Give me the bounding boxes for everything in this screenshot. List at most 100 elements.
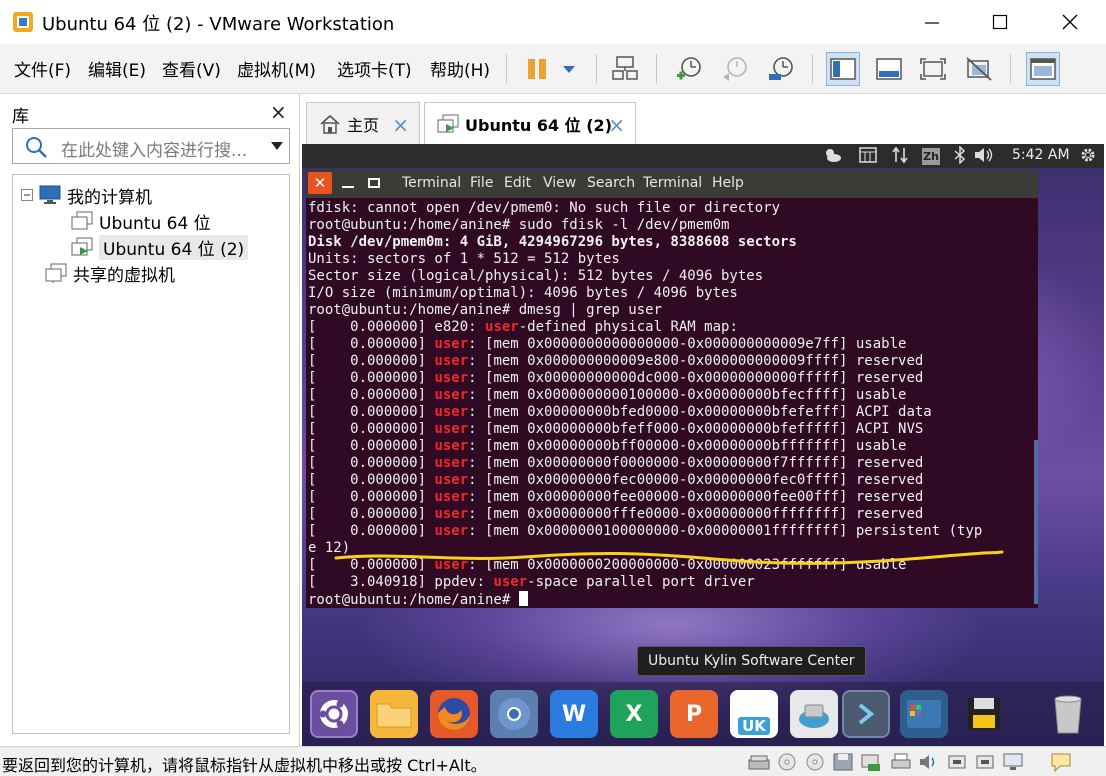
- tree-node-my-computer[interactable]: 我的计算机: [21, 183, 152, 208]
- show-library-button[interactable]: [826, 52, 860, 86]
- firefox-icon[interactable]: [430, 690, 478, 738]
- fullscreen-button[interactable]: [916, 52, 950, 86]
- panel-clock[interactable]: 5:42 AM: [1012, 147, 1070, 163]
- highlighted-match: user: [434, 438, 469, 454]
- network-adapter-icon[interactable]: [860, 752, 882, 772]
- terminal-line: [ 0.000000] user: [mem 0x00000000bfeff00…: [308, 421, 1038, 438]
- terminal-menu-help[interactable]: Help: [712, 175, 744, 191]
- menu-help[interactable]: 帮助(H): [430, 56, 490, 81]
- tab-home[interactable]: 主页 ×: [306, 102, 420, 144]
- terminal-maximize-icon[interactable]: [368, 178, 380, 188]
- terminal-line: [ 0.000000] user: [mem 0x00000000bfed000…: [308, 404, 1038, 421]
- network-icon[interactable]: [890, 146, 910, 166]
- console-view-button[interactable]: [1026, 52, 1060, 86]
- tree-node-shared-vms[interactable]: 共享的虚拟机: [45, 261, 175, 286]
- terminal-text: : [mem 0x0000000000000000-0x000000000009…: [468, 336, 907, 352]
- close-icon: [1062, 14, 1078, 30]
- volume-icon[interactable]: [974, 146, 994, 166]
- files-icon[interactable]: [370, 690, 418, 738]
- revert-snapshot-button[interactable]: [718, 52, 752, 86]
- terminal-menu-file[interactable]: File: [470, 175, 493, 191]
- menu-file[interactable]: 文件(F): [14, 56, 71, 81]
- send-ctrl-alt-del-button[interactable]: [608, 52, 642, 86]
- terminal-text: Units: sectors of 1 * 512 = 512 bytes: [308, 251, 620, 267]
- chevron-down-icon[interactable]: [271, 142, 283, 150]
- wps-spreadsheets-icon[interactable]: X: [610, 690, 658, 738]
- library-close-button[interactable]: ×: [270, 100, 287, 124]
- dropdown-icon: [563, 66, 575, 73]
- terminal-menu-view[interactable]: View: [543, 175, 576, 191]
- menu-edit[interactable]: 编辑(E): [88, 56, 146, 81]
- wps-writer-icon[interactable]: W: [550, 690, 598, 738]
- terminal-text: [ 0.000000] e820:: [308, 319, 486, 335]
- floppy-icon[interactable]: [960, 690, 1008, 738]
- tab-ubuntu-64-2[interactable]: Ubuntu 64 位 (2) ×: [424, 102, 636, 144]
- menu-tabs[interactable]: 选项卡(T): [337, 56, 412, 81]
- maximize-button[interactable]: [972, 0, 1028, 44]
- terminal-output[interactable]: fdisk: cannot open /dev/pmem0: No such f…: [306, 200, 1038, 608]
- tab-home-close-icon[interactable]: ×: [392, 113, 409, 137]
- terminal-line: [ 3.040918] ppdev: user-space parallel p…: [308, 574, 1038, 591]
- system-settings-icon[interactable]: [1078, 146, 1098, 166]
- workspace-switcher-icon[interactable]: [900, 690, 948, 738]
- take-snapshot-button[interactable]: [672, 52, 706, 86]
- wps-presentation-icon[interactable]: P: [670, 690, 718, 738]
- show-library-icon: [830, 58, 856, 80]
- bluetooth-icon[interactable]: [950, 145, 970, 166]
- terminal-text: : [mem 0x0000000000100000-0x00000000bfec…: [468, 387, 907, 403]
- cd-dvd-2-icon[interactable]: [804, 752, 826, 772]
- terminal-text: [ 0.000000]: [308, 472, 435, 488]
- close-button[interactable]: [1042, 0, 1098, 44]
- input-method-indicator[interactable]: Zh: [922, 148, 940, 165]
- thumbnail-bar-button[interactable]: [872, 52, 906, 86]
- hard-disk-icon[interactable]: [748, 752, 770, 772]
- terminal-window[interactable]: ✕ Terminal File Edit View Search Termina…: [306, 170, 1038, 608]
- unity-button[interactable]: [962, 52, 996, 86]
- pause-button[interactable]: [520, 52, 554, 86]
- menu-vm[interactable]: 虚拟机(M): [237, 56, 316, 81]
- minimize-icon: [925, 22, 939, 24]
- tree-label-ubuntu-64-2: Ubuntu 64 位 (2): [99, 234, 249, 260]
- usb-device-2-icon[interactable]: [974, 752, 996, 772]
- printer-icon[interactable]: [890, 752, 912, 772]
- tree-node-ubuntu-64[interactable]: Ubuntu 64 位: [71, 209, 211, 234]
- terminal-menu-edit[interactable]: Edit: [504, 175, 531, 191]
- message-log-icon[interactable]: [1050, 752, 1072, 772]
- terminal-menu-terminal[interactable]: Terminal: [402, 175, 461, 191]
- display-icon[interactable]: [1002, 752, 1024, 772]
- collapse-icon[interactable]: [21, 189, 33, 201]
- terminal-line: root@ubuntu:/home/anine#: [308, 591, 1038, 608]
- terminal-text: [ 0.000000]: [308, 438, 435, 454]
- fullscreen-icon: [876, 58, 902, 80]
- floppy-drive-icon[interactable]: [832, 752, 854, 772]
- terminal-line: [ 0.000000] user: [mem 0x00000000fee0000…: [308, 489, 1038, 506]
- tree-node-ubuntu-64-2[interactable]: Ubuntu 64 位 (2): [71, 234, 249, 260]
- terminal-icon[interactable]: [842, 690, 890, 738]
- terminal-text: : [mem 0x00000000fee00000-0x00000000fee0…: [468, 489, 924, 505]
- search-icon: [26, 137, 47, 158]
- cd-dvd-icon[interactable]: [776, 752, 798, 772]
- chromium-icon[interactable]: [490, 690, 538, 738]
- minimize-button[interactable]: [904, 0, 960, 44]
- trash-icon[interactable]: [1044, 690, 1092, 738]
- software-center-icon[interactable]: UK: [730, 690, 778, 738]
- installer-icon[interactable]: [790, 690, 838, 738]
- highlighted-match: user: [493, 574, 528, 590]
- weather-icon[interactable]: [822, 146, 842, 166]
- menu-toolbar: 文件(F) 编辑(E) 查看(V) 虚拟机(M) 选项卡(T) 帮助(H): [0, 44, 1106, 94]
- terminal-close-button[interactable]: ✕: [308, 172, 332, 194]
- calendar-icon[interactable]: [858, 146, 878, 166]
- power-dropdown-button[interactable]: [556, 52, 582, 86]
- usb-device-icon[interactable]: [946, 752, 968, 772]
- terminal-menu-search[interactable]: Search: [587, 175, 635, 191]
- menu-view[interactable]: 查看(V): [162, 56, 221, 81]
- ubuntu-kylin-start-icon[interactable]: [310, 690, 358, 738]
- tab-ubuntu-close-icon[interactable]: ×: [608, 113, 625, 137]
- library-search-input[interactable]: 在此处键入内容进行搜...: [12, 128, 290, 164]
- terminal-minimize-icon[interactable]: [342, 186, 354, 188]
- vm-console[interactable]: Zh 5:42 AM ✕ Terminal File Edit View Sea…: [302, 144, 1104, 746]
- sound-card-icon[interactable]: [918, 752, 940, 772]
- snapshot-manager-button[interactable]: [764, 52, 798, 86]
- terminal-menu-terminal-2[interactable]: Terminal: [643, 175, 702, 191]
- terminal-scrollbar[interactable]: [1034, 440, 1038, 604]
